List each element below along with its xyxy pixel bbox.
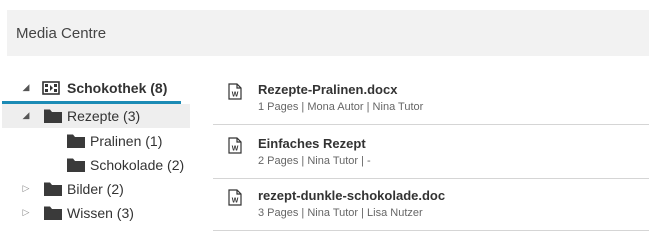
collapse-toggle-icon[interactable]: ◢ <box>20 109 32 121</box>
folder-icon <box>67 158 85 172</box>
document-title[interactable]: Einfaches Rezept <box>258 136 366 151</box>
tree-item-label: Pralinen (1) <box>90 133 163 149</box>
document-meta: 1 Pages | Mona Autor | Nina Tutor <box>258 101 424 113</box>
svg-text:W: W <box>232 92 239 99</box>
document-meta: 2 Pages | Nina Tutor | - <box>258 155 371 167</box>
tree-item-bilder[interactable]: ▷ Bilder (2) <box>12 177 194 201</box>
tree-item-wissen[interactable]: ▷ Wissen (3) <box>12 201 194 225</box>
tree-item-schokolade[interactable]: Schokolade (2) <box>12 153 194 177</box>
tree-item-label: Bilder (2) <box>67 181 124 197</box>
page-title: Media Centre <box>16 25 107 42</box>
word-document-icon: W <box>228 137 242 154</box>
tree-item-label: Wissen (3) <box>67 205 134 221</box>
folder-icon <box>44 182 62 196</box>
document-meta: 3 Pages | Nina Tutor | Lisa Nutzer <box>258 207 423 219</box>
word-document-icon: W <box>228 83 242 100</box>
expand-toggle-icon[interactable]: ▷ <box>20 206 32 218</box>
svg-text:W: W <box>232 198 239 205</box>
folder-icon <box>67 134 85 148</box>
header-bar: Media Centre <box>7 10 649 56</box>
word-document-icon: W <box>228 189 242 206</box>
tree-item-rezepte[interactable]: ◢ Rezepte (3) <box>12 104 194 128</box>
document-list-item[interactable]: W Einfaches Rezept 2 Pages | Nina Tutor … <box>213 129 649 179</box>
tree-item-label: Rezepte (3) <box>67 108 141 124</box>
collapse-toggle-icon[interactable]: ◢ <box>20 81 32 93</box>
document-list-item[interactable]: W Rezepte-Pralinen.docx 1 Pages | Mona A… <box>213 75 649 125</box>
document-title[interactable]: rezept-dunkle-schokolade.doc <box>258 188 445 203</box>
expand-toggle-icon[interactable]: ▷ <box>20 182 32 194</box>
svg-text:W: W <box>232 146 239 153</box>
tree-item-pralinen[interactable]: Pralinen (1) <box>12 129 194 153</box>
document-list-item[interactable]: W rezept-dunkle-schokolade.doc 3 Pages |… <box>213 181 649 231</box>
tree-item-schokothek[interactable]: ◢ Schokothek (8) <box>12 76 194 100</box>
tree-item-label: Schokothek (8) <box>67 80 168 96</box>
folder-icon <box>44 109 62 123</box>
divider <box>213 230 649 231</box>
document-title[interactable]: Rezepte-Pralinen.docx <box>258 82 397 97</box>
tree-item-label: Schokolade (2) <box>90 157 185 173</box>
media-collection-icon <box>42 81 60 95</box>
divider <box>213 124 649 125</box>
divider <box>213 178 649 179</box>
folder-icon <box>44 206 62 220</box>
